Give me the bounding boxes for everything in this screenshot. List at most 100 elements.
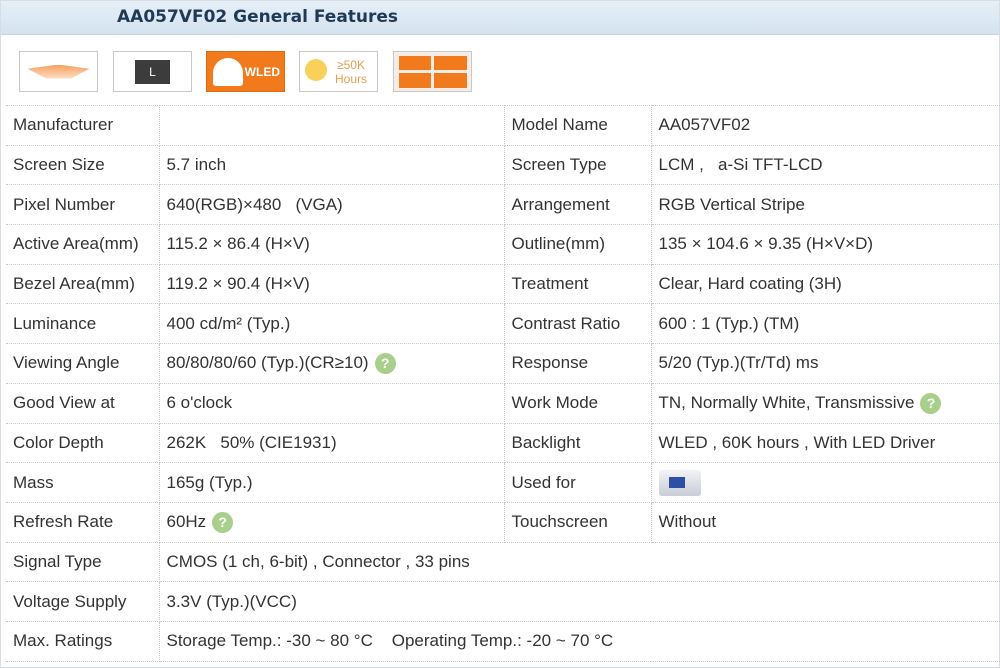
spec-value bbox=[651, 462, 1000, 503]
spec-value: 135 × 104.6 × 9.35 (H×V×D) bbox=[651, 224, 1000, 265]
cell-text: 5/20 (Typ.)(Tr/Td) ms bbox=[658, 353, 819, 373]
cell-text: Backlight bbox=[511, 432, 581, 452]
cell-text: Viewing Angle bbox=[13, 353, 120, 373]
spec-value: Storage Temp.: -30 ~ 80 °C Operating Tem… bbox=[159, 620, 1000, 662]
table-row: Manufacturer Model Name AA057VF02 bbox=[6, 105, 1000, 146]
device-thumbnail-icon bbox=[658, 469, 701, 496]
help-icon[interactable]: ? bbox=[920, 392, 942, 414]
cell-text: Touchscreen bbox=[511, 512, 608, 532]
spec-value: 115.2 × 86.4 (H×V) bbox=[159, 224, 505, 265]
table-row: Color Depth 262K 50% (CIE1931) Backlight WL… bbox=[6, 422, 1000, 464]
feature-icons: L WLED ≥50K Hours bbox=[1, 35, 999, 105]
cell-text: Color Depth bbox=[13, 432, 104, 452]
page-title: AA057VF02 General Features bbox=[1, 1, 999, 35]
spec-value: AA057VF02 bbox=[651, 105, 1000, 146]
spec-label: Voltage Supply bbox=[6, 581, 160, 622]
spec-value: TN, Normally White, Transmissive? bbox=[651, 382, 1000, 424]
spec-value: 5/20 (Typ.)(Tr/Td) ms bbox=[651, 343, 1000, 384]
cell-text: WLED , 60K hours , With LED Driver bbox=[658, 432, 936, 452]
spec-value: 60Hz? bbox=[159, 501, 505, 543]
cell-text: 135 × 104.6 × 9.35 (H×V×D) bbox=[658, 234, 874, 254]
cell-text: Outline(mm) bbox=[511, 234, 606, 254]
spec-label: Max. Ratings bbox=[6, 620, 160, 662]
spec-label: Used for bbox=[504, 462, 652, 503]
spec-label: Work Mode bbox=[504, 382, 652, 424]
cell-text: Without bbox=[658, 512, 717, 532]
spec-label: Active Area(mm) bbox=[6, 224, 160, 265]
pixel-arrangement-icon bbox=[393, 51, 472, 92]
spec-label: Signal Type bbox=[6, 541, 160, 583]
cell-text: Work Mode bbox=[511, 393, 599, 413]
spec-value: 640(RGB)×480 (VGA) bbox=[159, 184, 505, 226]
table-row: Max. Ratings Storage Temp.: -30 ~ 80 °C O… bbox=[6, 620, 1000, 662]
spec-value: 3.3V (Typ.)(VCC) bbox=[159, 581, 1000, 622]
cell-text: RGB Vertical Stripe bbox=[658, 194, 805, 214]
cell-text: Screen Type bbox=[511, 155, 607, 175]
spec-label: Color Depth bbox=[6, 422, 160, 464]
cell-text: 165g (Typ.) bbox=[166, 472, 253, 492]
spec-value: 5.7 inch bbox=[159, 144, 505, 186]
cell-text: Used for bbox=[511, 472, 576, 492]
table-row: Pixel Number 640(RGB)×480 (VGA) Arrangemen… bbox=[6, 184, 1000, 226]
cell-text: AA057VF02 bbox=[658, 115, 751, 135]
screen-size-l-icon: L bbox=[113, 51, 192, 92]
cell-text: Model Name bbox=[511, 115, 608, 135]
help-icon[interactable]: ? bbox=[374, 352, 396, 374]
cell-text: Good View at bbox=[13, 393, 115, 413]
spec-label: Contrast Ratio bbox=[504, 303, 652, 345]
spec-value: WLED , 60K hours , With LED Driver bbox=[651, 422, 1000, 464]
wled-icon: WLED bbox=[206, 51, 285, 92]
spec-label: Arrangement bbox=[504, 184, 652, 226]
table-row: Bezel Area(mm) 119.2 × 90.4 (H×V) Treatmen… bbox=[6, 263, 1000, 305]
table-row: Good View at 6 o'clock Work Mode TN, Normal… bbox=[6, 382, 1000, 424]
cell-text: Clear, Hard coating (3H) bbox=[658, 274, 842, 294]
table-row: Signal Type CMOS (1 ch, 6-bit) , Connecto… bbox=[6, 541, 1000, 583]
cell-text: 6 o'clock bbox=[166, 393, 233, 413]
cell-text: Active Area(mm) bbox=[13, 234, 139, 254]
cell-text: 262K 50% (CIE1931) bbox=[166, 432, 337, 452]
cell-text: Arrangement bbox=[511, 194, 610, 214]
cell-text: 115.2 × 86.4 (H×V) bbox=[166, 234, 310, 254]
spec-label: Bezel Area(mm) bbox=[6, 263, 160, 305]
table-row: Viewing Angle 80/80/80/60 (Typ.)(CR≥10)? R… bbox=[6, 343, 1000, 384]
cell-text: Treatment bbox=[511, 274, 589, 294]
spec-label: Good View at bbox=[6, 382, 160, 424]
spec-value: 262K 50% (CIE1931) bbox=[159, 422, 505, 464]
cell-text: Screen Size bbox=[13, 155, 105, 175]
cell-text: 60Hz bbox=[166, 511, 207, 531]
spec-label: Viewing Angle bbox=[6, 343, 160, 384]
cell-text: Manufacturer bbox=[13, 115, 114, 135]
table-row: Voltage Supply 3.3V (Typ.)(VCC) bbox=[6, 581, 1000, 622]
cell-text: Pixel Number bbox=[13, 194, 116, 214]
cell-text: 400 cd/m² (Typ.) bbox=[166, 313, 291, 333]
table-row: Active Area(mm) 115.2 × 86.4 (H×V) Outline… bbox=[6, 224, 1000, 265]
spec-label: Manufacturer bbox=[6, 105, 160, 146]
surface-treatment-icon bbox=[19, 51, 98, 92]
spec-value: 600 : 1 (Typ.) (TM) bbox=[651, 303, 1000, 345]
spec-value: 119.2 × 90.4 (H×V) bbox=[159, 263, 505, 305]
spec-value bbox=[159, 105, 505, 146]
spec-label: Response bbox=[504, 343, 652, 384]
table-row: Refresh Rate 60Hz? Touchscreen Without bbox=[6, 501, 1000, 543]
lifetime-icon: ≥50K Hours bbox=[299, 51, 378, 92]
cell-text: Luminance bbox=[13, 313, 97, 333]
spec-label: Mass bbox=[6, 462, 160, 503]
cell-text: 119.2 × 90.4 (H×V) bbox=[166, 274, 310, 294]
spec-label: Screen Type bbox=[504, 144, 652, 186]
cell-text: Mass bbox=[13, 472, 54, 492]
spec-label: Screen Size bbox=[6, 144, 160, 186]
spec-value: LCM , a-Si TFT-LCD bbox=[651, 144, 1000, 186]
table-row: Screen Size 5.7 inch Screen Type LCM , a-Si… bbox=[6, 144, 1000, 186]
cell-text: 80/80/80/60 (Typ.)(CR≥10) bbox=[166, 352, 369, 372]
cell-text: 600 : 1 (Typ.) (TM) bbox=[658, 313, 800, 333]
spec-label: Model Name bbox=[504, 105, 652, 146]
spec-label: Backlight bbox=[504, 422, 652, 464]
spec-label: Refresh Rate bbox=[6, 501, 160, 543]
spec-label: Outline(mm) bbox=[504, 224, 652, 265]
help-icon[interactable]: ? bbox=[212, 511, 234, 533]
spec-value: 165g (Typ.) bbox=[159, 462, 505, 503]
table-row: Luminance 400 cd/m² (Typ.) Contrast Ratio 6… bbox=[6, 303, 1000, 345]
spec-value: RGB Vertical Stripe bbox=[651, 184, 1000, 226]
spec-value: 6 o'clock bbox=[159, 382, 505, 424]
cell-text: Bezel Area(mm) bbox=[13, 274, 135, 294]
